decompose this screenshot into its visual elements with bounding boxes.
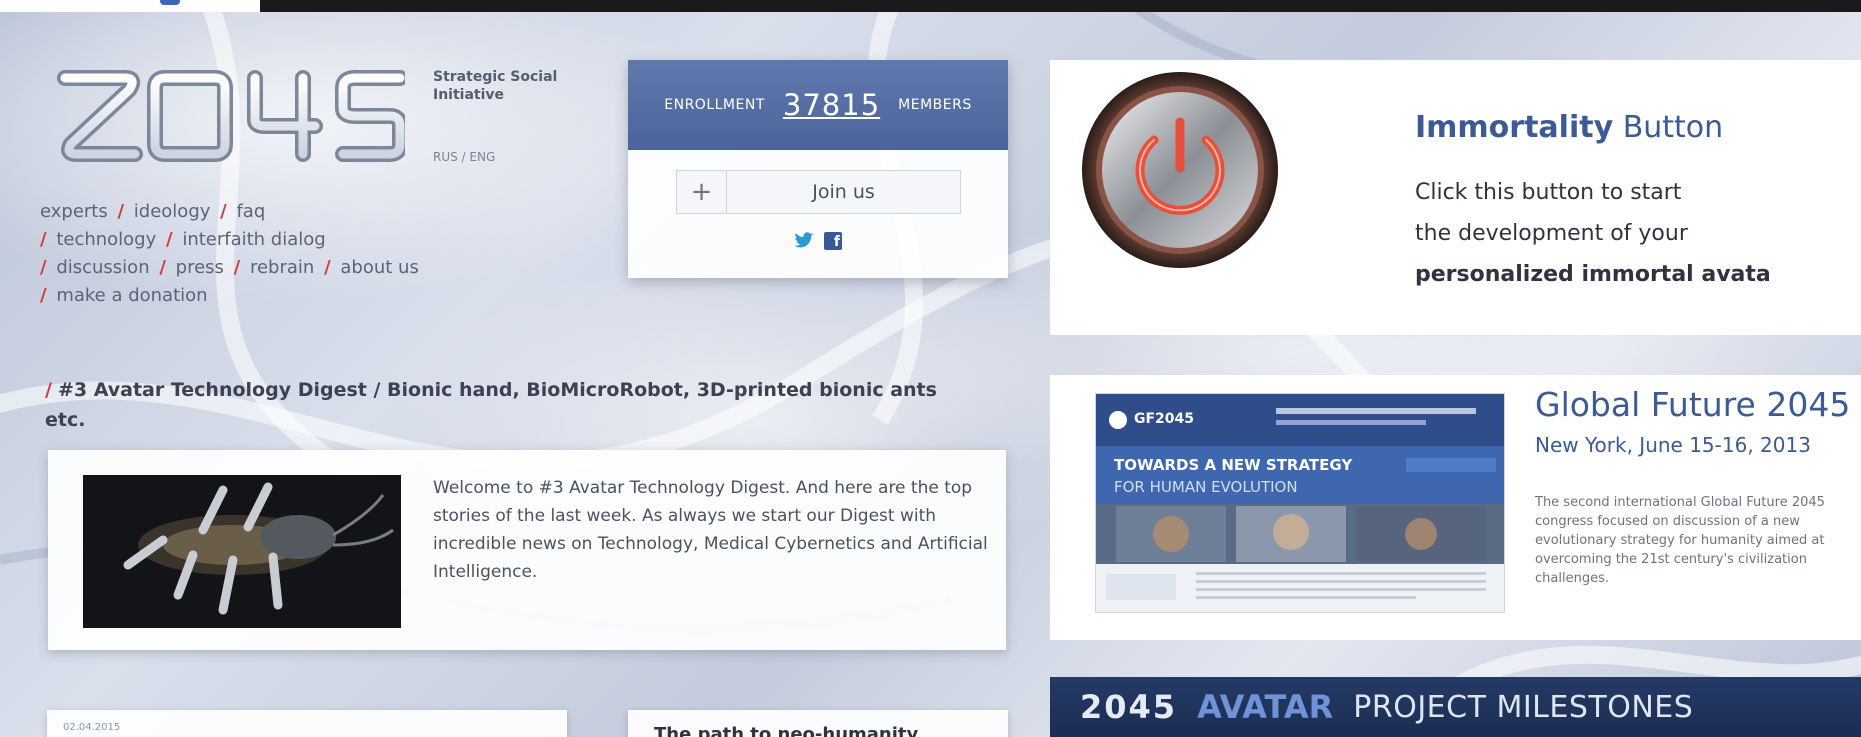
thumb-logo: GF2045	[1134, 411, 1195, 427]
join-us-label: Join us	[812, 181, 875, 203]
immortality-description: Click this button to start the developme…	[1415, 172, 1771, 295]
main-nav: experts / ideology / faq / technology / …	[40, 198, 520, 310]
nav-link-about-us[interactable]: about us	[340, 257, 418, 278]
site-tagline: Strategic Social Initiative	[433, 68, 557, 104]
global-future-title[interactable]: Global Future 2045	[1535, 385, 1850, 424]
milestones-banner[interactable]: 2045 AVATAR PROJECT MILESTONES	[1050, 677, 1861, 737]
path-card[interactable]: The path to neo-humanity	[628, 710, 1008, 737]
post-date: 02.04.2015	[63, 722, 121, 733]
nav-link-discussion[interactable]: discussion	[56, 257, 149, 278]
nav-row-4: / make a donation	[40, 282, 520, 310]
thumb-headline1: TOWARDS A NEW STRATEGY	[1114, 456, 1353, 474]
global-future-description: The second international Global Future 2…	[1535, 495, 1825, 586]
nav-separator: /	[159, 257, 166, 278]
post-card[interactable]: 02.04.2015	[47, 710, 567, 737]
nav-link-make-a-donation[interactable]: make a donation	[56, 285, 207, 306]
digest-thumbnail[interactable]	[83, 475, 401, 628]
nav-row-3: / discussion / press / rebrain / about u…	[40, 254, 520, 282]
global-future-thumbnail[interactable]: GF2045 TOWARDS A NEW STRATEGY FOR HUMAN …	[1095, 393, 1505, 613]
immortality-line2: the development of your	[1415, 221, 1688, 246]
tagline-line1: Strategic Social	[433, 69, 558, 85]
nav-separator: /	[40, 229, 47, 250]
nav-separator: /	[117, 201, 125, 222]
top-bar-accent	[160, 0, 180, 5]
nav-link-experts[interactable]: experts	[40, 201, 108, 222]
facebook-icon[interactable]: f	[824, 232, 842, 250]
nav-link-ideology[interactable]: ideology	[134, 201, 211, 222]
nav-separator: /	[324, 257, 331, 278]
twitter-icon[interactable]	[794, 232, 814, 252]
global-future-section: GF2045 TOWARDS A NEW STRATEGY FOR HUMAN …	[1050, 375, 1861, 640]
heading-separator: /	[45, 379, 52, 401]
tagline-line2: Initiative	[433, 87, 505, 103]
language-switch[interactable]: RUS / ENG	[433, 150, 495, 164]
digest-title-text: #3 Avatar Technology Digest / Bionic han…	[45, 379, 937, 431]
digest-heading[interactable]: / #3 Avatar Technology Digest / Bionic ha…	[45, 375, 975, 435]
digest-body: Welcome to #3 Avatar Technology Digest. …	[433, 478, 988, 582]
nav-row-2: / technology / interfaith dialog	[40, 226, 520, 254]
path-title: The path to neo-humanity	[654, 724, 919, 737]
global-future-subtitle: New York, June 15-16, 2013	[1535, 433, 1811, 457]
join-us-button[interactable]: + Join us	[676, 170, 961, 214]
milestones-logo: 2045	[1080, 688, 1178, 726]
nav-link-rebrain[interactable]: rebrain	[250, 257, 314, 278]
milestones-avatar-label: AVATAR	[1197, 688, 1334, 726]
nav-link-interfaith-dialog[interactable]: interfaith dialog	[182, 229, 325, 250]
top-bar-left	[0, 0, 260, 12]
nav-link-press[interactable]: press	[176, 257, 224, 278]
site-logo[interactable]	[55, 60, 408, 170]
nav-separator: /	[220, 201, 227, 222]
top-bar	[0, 0, 1861, 12]
immortality-power-button[interactable]	[1080, 70, 1280, 270]
nav-row-1: experts / ideology / faq	[40, 198, 520, 226]
nav-link-technology[interactable]: technology	[56, 229, 156, 250]
nav-separator: /	[40, 257, 47, 278]
digest-card: Welcome to #3 Avatar Technology Digest. …	[48, 450, 1006, 650]
enrollment-header: ENROLLMENT 37815 MEMBERS	[628, 60, 1008, 150]
enrollment-count[interactable]: 37815	[783, 88, 880, 122]
immortality-line3: personalized immortal avata	[1415, 262, 1771, 287]
immortality-title-rest: Button	[1622, 110, 1724, 145]
social-links: f	[628, 232, 1008, 252]
milestones-label: PROJECT MILESTONES	[1353, 689, 1694, 725]
immortality-section: Immortality Button Click this button to …	[1050, 60, 1861, 335]
thumb-headline2: FOR HUMAN EVOLUTION	[1114, 478, 1298, 496]
members-label: MEMBERS	[898, 97, 972, 113]
nav-separator: /	[166, 229, 173, 250]
plus-icon: +	[677, 171, 727, 213]
immortality-line1: Click this button to start	[1415, 180, 1682, 205]
immortality-title[interactable]: Immortality Button	[1415, 110, 1723, 145]
enrollment-label: ENROLLMENT	[664, 97, 765, 113]
nav-separator: /	[40, 285, 47, 306]
nav-link-faq[interactable]: faq	[236, 201, 265, 222]
enrollment-widget: ENROLLMENT 37815 MEMBERS + Join us f	[628, 60, 1008, 278]
nav-separator: /	[233, 257, 241, 278]
immortality-title-bold: Immortality	[1415, 110, 1614, 145]
